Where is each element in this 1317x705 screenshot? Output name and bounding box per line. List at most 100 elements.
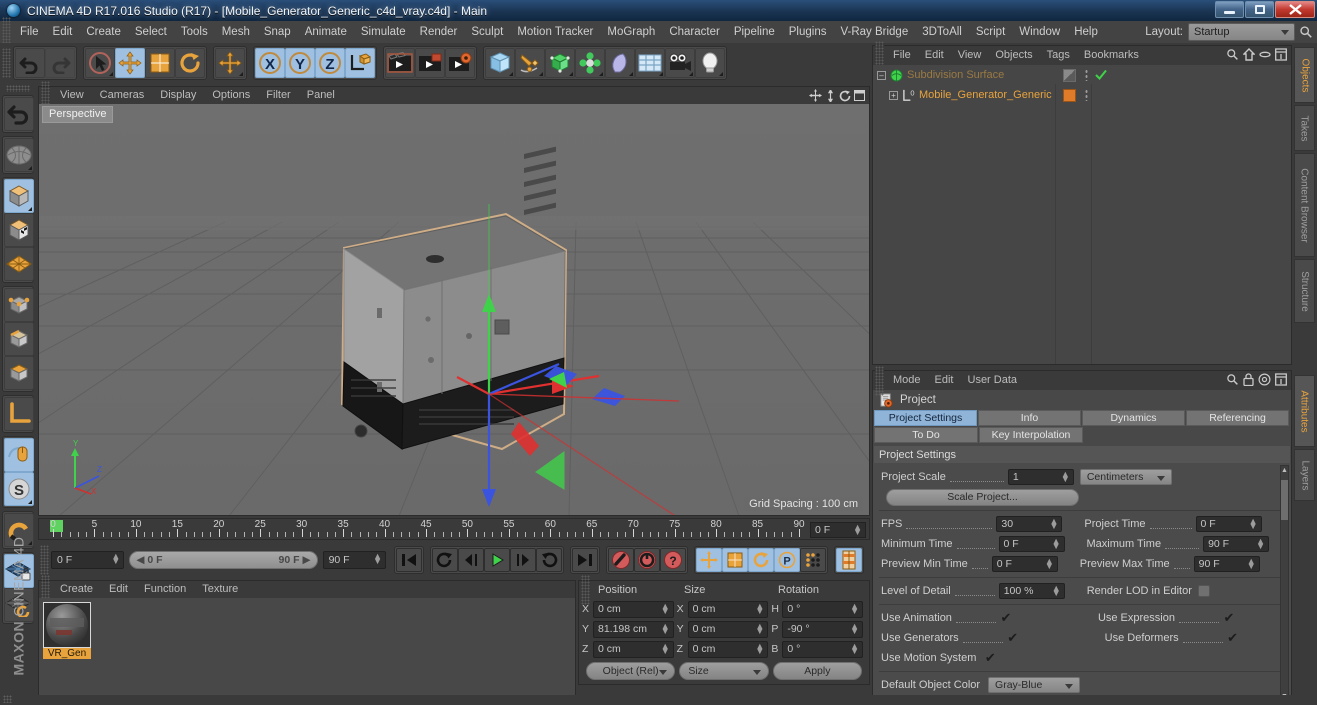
search-icon[interactable] xyxy=(1299,25,1313,39)
play-backwards-loop-icon[interactable] xyxy=(432,548,458,572)
menu-script[interactable]: Script xyxy=(969,21,1012,43)
key-parameter-icon[interactable] xyxy=(800,548,826,572)
menu-motion-tracker[interactable]: Motion Tracker xyxy=(510,21,600,43)
search-icon[interactable] xyxy=(1226,373,1239,386)
material-menu-create[interactable]: Create xyxy=(52,581,101,598)
checkmark-tag-icon[interactable] xyxy=(1095,69,1107,81)
field-preview-max-time[interactable]: 90 F ▲ ▼ xyxy=(1193,556,1260,572)
orange-material-tag[interactable] xyxy=(1063,89,1076,102)
coord-field-size-y[interactable]: 0 cm ▲ ▼ xyxy=(687,620,769,638)
viewport-menu-display[interactable]: Display xyxy=(152,87,204,104)
tab-info[interactable]: Info xyxy=(978,410,1081,426)
spinner-icon[interactable]: ▲ ▼ xyxy=(850,601,859,615)
object-menu-tags[interactable]: Tags xyxy=(1040,46,1077,65)
dropdown-project-unit[interactable]: Centimeters xyxy=(1079,469,1172,485)
vtab-attributes[interactable]: Attributes xyxy=(1294,375,1315,447)
material-item[interactable]: VR_Gen xyxy=(43,602,91,659)
menu-file[interactable]: File xyxy=(13,21,46,43)
menu-mograph[interactable]: MoGraph xyxy=(600,21,662,43)
menu-animate[interactable]: Animate xyxy=(298,21,354,43)
vtab-objects[interactable]: Objects xyxy=(1294,47,1315,103)
spline-pen-icon[interactable] xyxy=(515,48,545,78)
viewport-canvas[interactable]: Perspective Y Z X Grid Spacing: 100 cm xyxy=(39,104,869,515)
tab-key-interpolation[interactable]: Key Interpolation xyxy=(979,427,1083,443)
home-icon[interactable] xyxy=(1243,48,1255,61)
axis-y-icon[interactable]: Y xyxy=(285,48,315,78)
axis-z-icon[interactable]: Z xyxy=(315,48,345,78)
spinner-icon[interactable]: ▲ ▼ xyxy=(1061,470,1070,484)
layout-dropdown[interactable]: Startup xyxy=(1188,23,1295,41)
expand-collapse-icon[interactable]: + xyxy=(889,90,898,100)
live-selection-icon[interactable] xyxy=(4,138,34,172)
checkbox-use-expression[interactable]: ✔ xyxy=(1223,611,1235,624)
coord-field-rotation-p[interactable]: -90 ° ▲ ▼ xyxy=(782,620,864,638)
search-icon[interactable] xyxy=(1226,48,1239,61)
material-menu-function[interactable]: Function xyxy=(136,581,194,598)
scroll-up-icon[interactable]: ▲ xyxy=(1281,466,1288,475)
polygon-mode-icon[interactable] xyxy=(4,356,34,390)
menu-3dtoall[interactable]: 3DToAll xyxy=(915,21,969,43)
timeline-current-frame-field[interactable]: 0 F ▲ ▼ xyxy=(810,522,866,538)
maximize-button[interactable] xyxy=(1245,1,1274,18)
menu-tools[interactable]: Tools xyxy=(174,21,215,43)
menu-render[interactable]: Render xyxy=(413,21,465,43)
coord-field-position-z[interactable]: 0 cm ▲ ▼ xyxy=(593,640,674,658)
attribute-menu-mode[interactable]: Mode xyxy=(886,371,928,390)
vtab-content-browser[interactable]: Content Browser xyxy=(1294,153,1315,257)
button-scale-project[interactable]: Scale Project... xyxy=(886,488,1079,506)
menu-simulate[interactable]: Simulate xyxy=(354,21,413,43)
tab-project-settings[interactable]: Project Settings xyxy=(874,410,977,426)
scale-camera-icon[interactable] xyxy=(825,89,836,102)
viewport-solo-icon[interactable]: S xyxy=(4,472,34,506)
tab-dynamics[interactable]: Dynamics xyxy=(1082,410,1185,426)
maximize-viewport-icon[interactable] xyxy=(854,90,865,101)
coord-field-size-z[interactable]: 0 cm ▲ ▼ xyxy=(687,640,769,658)
key-position-icon[interactable] xyxy=(696,548,722,572)
lock-icon[interactable] xyxy=(1243,373,1254,386)
menu-pipeline[interactable]: Pipeline xyxy=(727,21,782,43)
object-menu-file[interactable]: File xyxy=(886,46,918,65)
loop-icon[interactable] xyxy=(536,548,562,572)
spinner-icon[interactable]: ▲ ▼ xyxy=(373,552,382,566)
field-project-time[interactable]: 0 F ▲ ▼ xyxy=(1195,516,1262,532)
step-back-icon[interactable] xyxy=(458,548,484,572)
key-pla-icon[interactable]: P xyxy=(774,548,800,572)
move-icon[interactable] xyxy=(115,48,145,78)
redo-icon[interactable] xyxy=(45,48,75,78)
menu-help[interactable]: Help xyxy=(1067,21,1105,43)
checkbox-render-lod[interactable] xyxy=(1197,585,1210,597)
world-coord-icon[interactable] xyxy=(345,48,375,78)
render-settings-icon[interactable] xyxy=(445,48,475,78)
expand-collapse-icon[interactable]: – xyxy=(877,70,886,80)
coord-field-rotation-b[interactable]: 0 ° ▲ ▼ xyxy=(782,640,864,658)
nurbs-generator-icon[interactable] xyxy=(545,48,575,78)
array-mograph-icon[interactable] xyxy=(575,48,605,78)
field-project-scale[interactable]: 1 ▲ ▼ xyxy=(1007,469,1074,485)
tab-to-do[interactable]: To Do xyxy=(874,427,978,443)
spinner-icon[interactable]: ▲ ▼ xyxy=(853,523,862,537)
timeline-start-field[interactable]: 0 F ▲ ▼ xyxy=(51,551,125,569)
viewport-menu-filter[interactable]: Filter xyxy=(258,87,298,104)
spinner-icon[interactable]: ▲ ▼ xyxy=(111,552,120,566)
minimize-button[interactable] xyxy=(1215,1,1244,18)
coord-field-position-x[interactable]: 0 cm ▲ ▼ xyxy=(593,600,674,618)
menu-edit[interactable]: Edit xyxy=(46,21,80,43)
viewport-menu-view[interactable]: View xyxy=(52,87,92,104)
menu-window[interactable]: Window xyxy=(1012,21,1067,43)
step-forward-icon[interactable] xyxy=(510,548,536,572)
coordinate-apply-button[interactable]: Apply xyxy=(772,662,862,680)
material-menu-edit[interactable]: Edit xyxy=(101,581,136,598)
spinner-icon[interactable]: ▲ ▼ xyxy=(661,641,670,655)
spinner-icon[interactable]: ▲ ▼ xyxy=(1256,537,1265,551)
camera-icon[interactable] xyxy=(665,48,695,78)
point-mode-icon[interactable] xyxy=(4,288,34,322)
move-axis-icon[interactable] xyxy=(215,48,245,78)
object-menu-bookmarks[interactable]: Bookmarks xyxy=(1077,46,1146,65)
timeline-end-field[interactable]: 90 F ▲ ▼ xyxy=(322,551,386,569)
field-fps[interactable]: 30 ▲ ▼ xyxy=(996,516,1063,532)
attribute-scrollbar[interactable]: ▲ ▼ xyxy=(1280,465,1289,702)
menu-snap[interactable]: Snap xyxy=(257,21,298,43)
go-to-start-icon[interactable] xyxy=(396,548,422,572)
floor-environment-icon[interactable] xyxy=(635,48,665,78)
play-forward-icon[interactable] xyxy=(484,548,510,572)
